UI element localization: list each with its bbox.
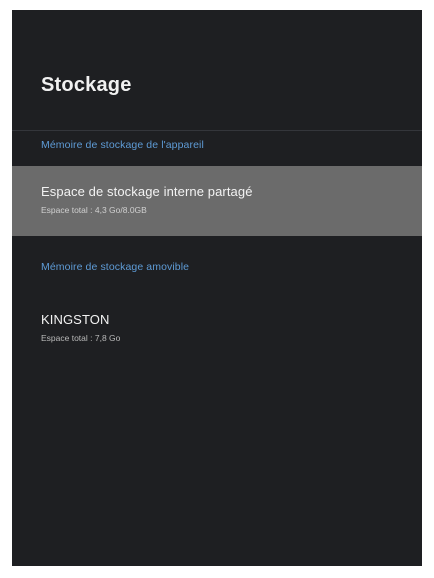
section-header-device-storage: Mémoire de stockage de l'appareil [41, 139, 204, 151]
section-header-removable-storage: Mémoire de stockage amovible [41, 261, 190, 273]
storage-item-title: Espace de stockage interne partagé [41, 184, 253, 199]
settings-panel: Stockage Mémoire de stockage de l'appare… [12, 10, 422, 566]
storage-item-subtitle: Espace total : 7,8 Go [41, 333, 121, 343]
storage-item-kingston[interactable]: KINGSTON Espace total : 7,8 Go [12, 302, 422, 354]
divider [12, 130, 422, 131]
storage-item-internal-shared[interactable]: Espace de stockage interne partagé Espac… [12, 166, 422, 236]
storage-item-title: KINGSTON [41, 312, 110, 327]
storage-item-subtitle: Espace total : 4,3 Go/8.0GB [41, 205, 147, 215]
page-title: Stockage [41, 74, 132, 96]
